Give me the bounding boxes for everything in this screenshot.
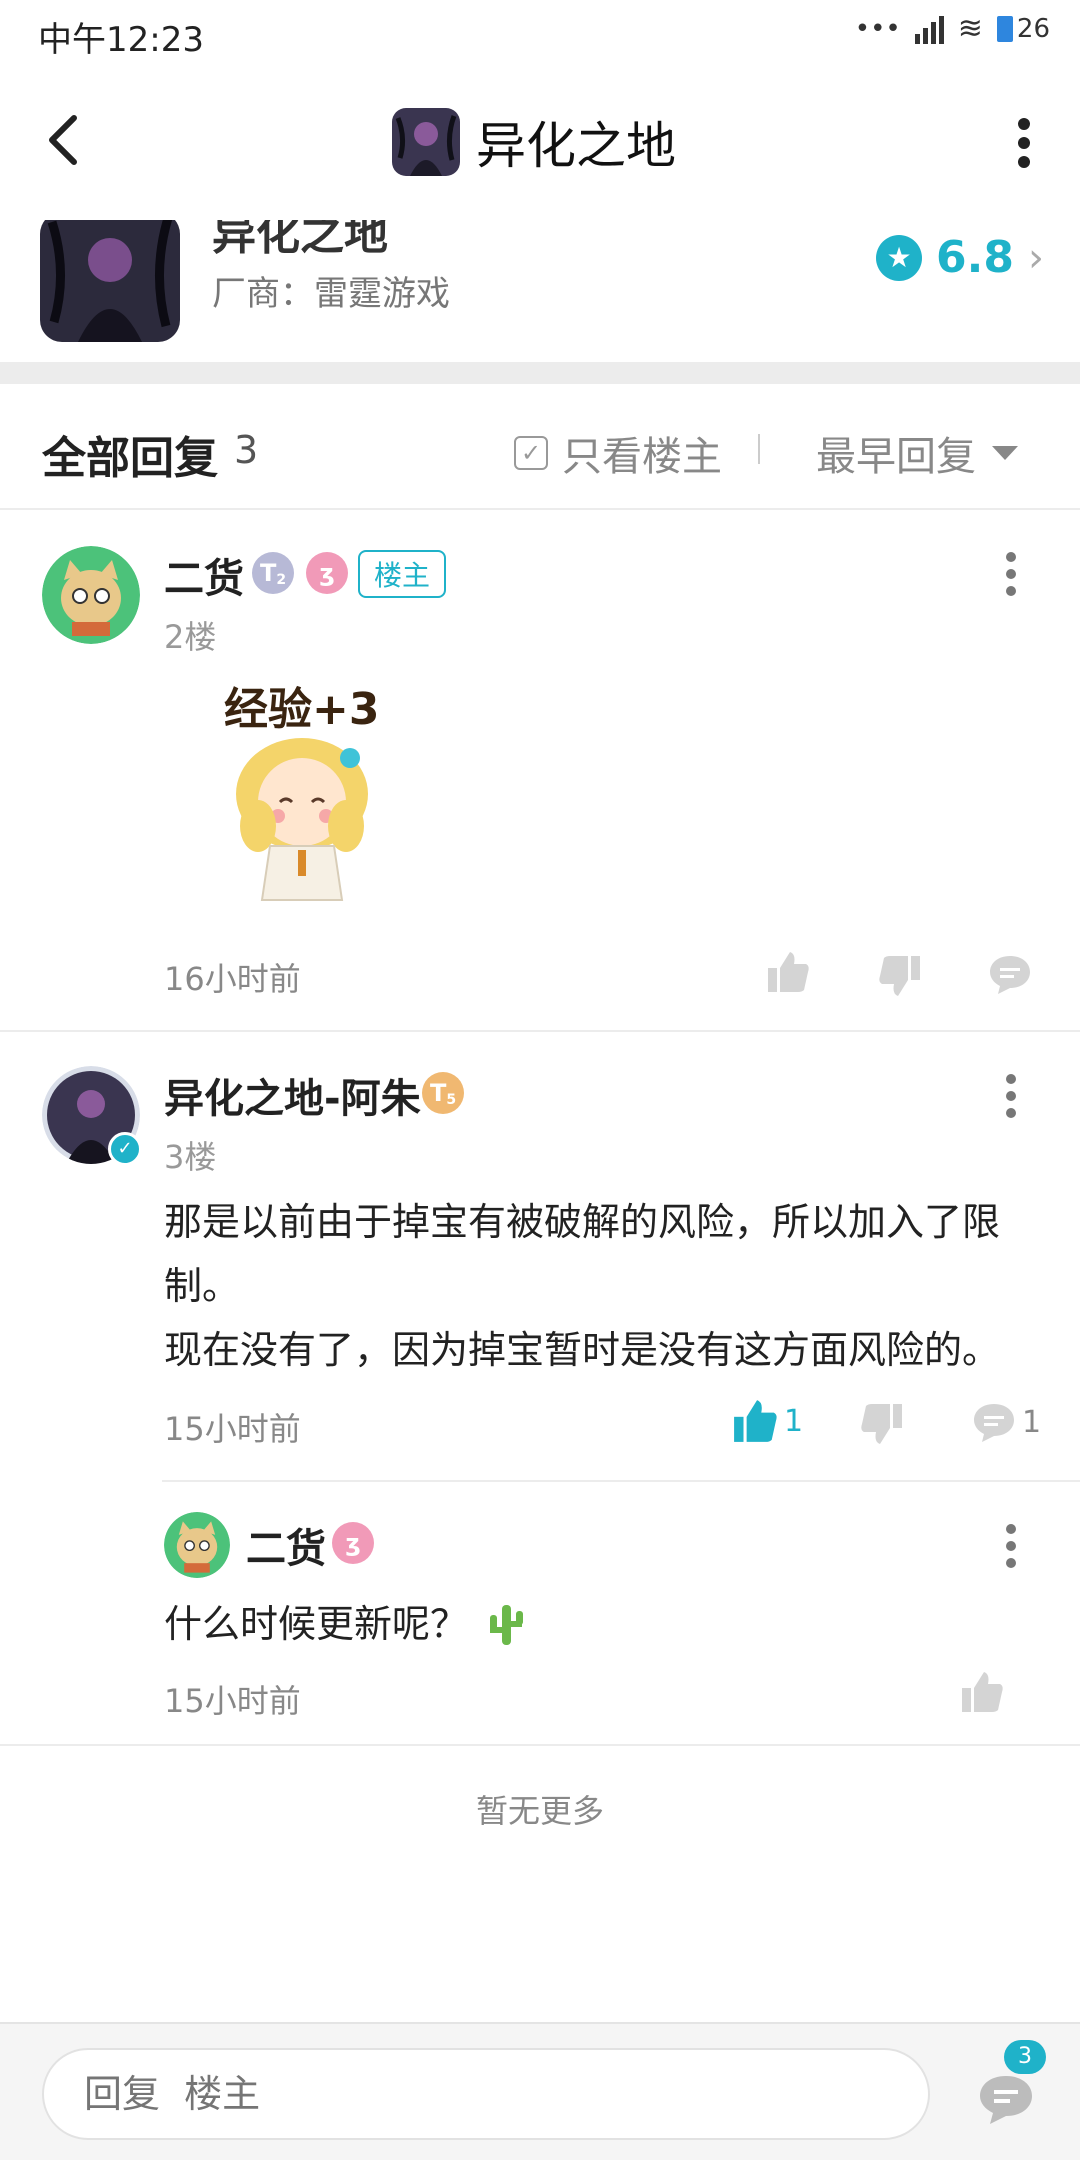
post-time: 15小时前 <box>164 1682 301 1720</box>
thumbs-up-icon <box>962 1672 1003 1712</box>
comment-menu-button[interactable] <box>1006 552 1018 596</box>
status-bar: 中午12:23 ••• ≋ 26 <box>0 0 1080 66</box>
signal-icon <box>914 14 944 44</box>
nav-title: 异化之地 <box>476 117 676 175</box>
checkbox-icon[interactable]: ✓ <box>514 436 548 470</box>
comment-text-line-1: 那是以前由于掉宝有被破解的风险，所以加入了限制。 <box>164 1200 1001 1308</box>
status-icons: ••• ≋ 26 <box>855 14 1050 44</box>
comment-floor-3: ✓ 异化之地-阿朱 T 5 3楼 那是以前由于掉宝有被破解的风险，所以加入了限制… <box>0 1032 1080 1746</box>
back-button[interactable] <box>36 110 96 170</box>
username[interactable]: 异化之地-阿朱 <box>164 1066 421 1124</box>
avatar[interactable] <box>164 1512 230 1578</box>
replies-title: 全部回复 <box>42 433 218 484</box>
game-icon <box>40 220 180 342</box>
username[interactable]: 二货 <box>246 1516 326 1574</box>
verified-badge-icon: ✓ <box>108 1132 142 1166</box>
op-tag: 楼主 <box>358 550 447 598</box>
game-app-icon <box>392 108 460 176</box>
reply-button[interactable] <box>988 952 1032 996</box>
comment-menu-button[interactable] <box>1006 1074 1018 1118</box>
section-divider <box>0 362 1080 384</box>
chevron-left-icon <box>49 115 77 165</box>
like-button[interactable] <box>766 950 810 994</box>
nav-title-group: 异化之地 <box>392 106 676 178</box>
sort-dropdown[interactable]: 最早回复 <box>816 424 1018 482</box>
level-badge: T 2 <box>252 552 294 594</box>
post-time: 16小时前 <box>164 960 301 998</box>
comment-menu-button[interactable] <box>1006 1524 1018 1568</box>
rating-value: 6.8 <box>936 232 1014 283</box>
reply-button[interactable]: 1 <box>972 1400 1041 1444</box>
battery-level: 26 <box>1016 14 1050 44</box>
comments-button[interactable] <box>976 2072 1036 2126</box>
sub-reply-text: 什么时候更新呢？ <box>164 1592 526 1656</box>
floor-number: 2楼 <box>164 618 217 656</box>
battery-icon: 26 <box>996 14 1050 44</box>
thumbs-down-icon <box>861 1404 902 1444</box>
comment-icon <box>974 1404 1014 1442</box>
thumbs-down-icon <box>879 956 920 996</box>
thumbs-up-icon <box>768 952 809 992</box>
op-only-label: 只看楼主 <box>562 434 722 480</box>
level-badge-letter: T <box>429 1079 447 1107</box>
no-more-label: 暂无更多 <box>475 1792 604 1830</box>
sub-reply: 二货 ʒ 什么时候更新呢？ 15小时前 <box>0 1482 1080 1744</box>
thumbs-up-icon <box>734 1400 777 1442</box>
bottom-reply-bar <box>0 2022 1080 2160</box>
reply-count: 1 <box>1022 1404 1042 1440</box>
floor-number: 3楼 <box>164 1138 217 1176</box>
like-count: 1 <box>784 1403 804 1439</box>
game-name: 异化之地 <box>212 220 388 260</box>
username[interactable]: 二货 <box>164 546 244 604</box>
top-nav-bar: 异化之地 <box>0 66 1080 220</box>
level-badge-number: 5 <box>446 1092 457 1108</box>
game-info-card[interactable]: 异化之地 厂商：雷霆游戏 ★ 6.8 › <box>0 220 1080 362</box>
status-time: 中午12:23 <box>38 20 204 60</box>
comment-bubble-icon <box>980 2076 1032 2124</box>
medal-icon: ʒ <box>332 1522 374 1564</box>
post-time: 15小时前 <box>164 1410 301 1448</box>
more-options-button[interactable] <box>1016 118 1032 168</box>
comment-separator <box>0 1744 1080 1746</box>
comment-floor-2: 二货 T 2 ʒ 楼主 2楼 经验+3 16小时前 <box>0 512 1080 1032</box>
like-button[interactable] <box>960 1670 1004 1714</box>
wifi-icon: ≋ <box>957 11 983 46</box>
op-only-toggle[interactable]: ✓ 只看楼主 <box>514 424 722 482</box>
dislike-button[interactable] <box>860 1402 904 1446</box>
star-icon: ★ <box>876 234 923 281</box>
like-button[interactable]: 1 <box>732 1398 803 1444</box>
replies-count: 3 <box>234 428 259 472</box>
sort-label: 最早回复 <box>816 434 976 480</box>
chevron-right-icon: › <box>1028 234 1044 281</box>
game-vendor: 厂商：雷霆游戏 <box>212 274 450 314</box>
comment-text: 那是以前由于掉宝有被破解的风险，所以加入了限制。 现在没有了，因为掉宝暂时是没有… <box>164 1190 1044 1382</box>
divider <box>758 434 760 464</box>
comment-icon <box>990 956 1030 994</box>
replies-header: 全部回复 3 ✓ 只看楼主 最早回复 <box>0 384 1080 510</box>
level-badge-number: 2 <box>276 572 287 588</box>
sub-reply-text-content: 什么时候更新呢？ <box>164 1602 469 1646</box>
dots-icon: ••• <box>854 14 901 44</box>
level-badge: T 5 <box>422 1072 464 1114</box>
sticker-image: 经验+3 <box>192 674 412 904</box>
dislike-button[interactable] <box>878 954 922 998</box>
comment-count-badge: 3 <box>1004 2040 1046 2074</box>
comment-text-line-2: 现在没有了，因为掉宝暂时是没有这方面风险的。 <box>164 1328 1001 1372</box>
sticker-caption: 经验+3 <box>224 684 379 735</box>
cactus-emoji-icon <box>490 1605 524 1645</box>
reply-input[interactable] <box>42 2048 930 2140</box>
avatar[interactable] <box>42 546 140 644</box>
game-rating[interactable]: ★ 6.8 › <box>876 232 1044 283</box>
medal-icon: ʒ <box>306 552 348 594</box>
level-badge-letter: T <box>259 559 277 587</box>
caret-down-icon <box>992 446 1018 460</box>
